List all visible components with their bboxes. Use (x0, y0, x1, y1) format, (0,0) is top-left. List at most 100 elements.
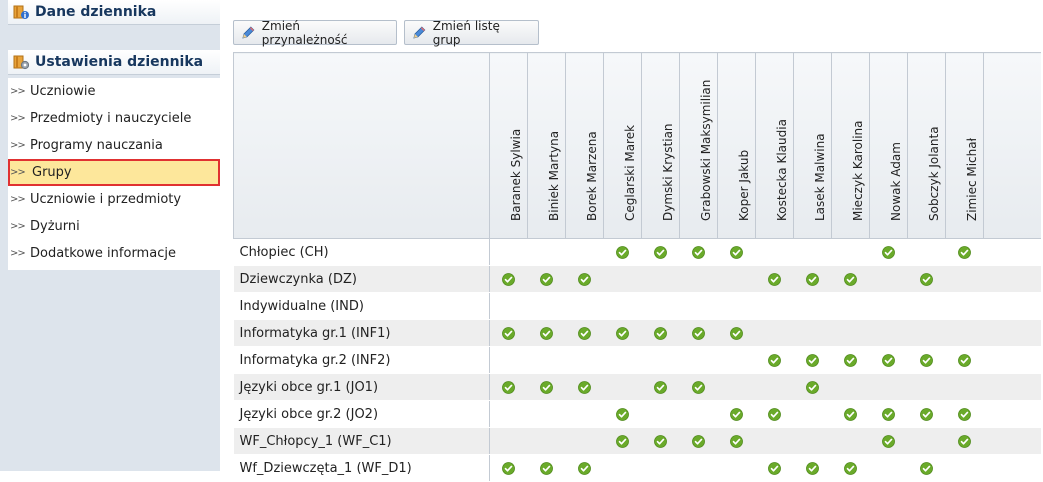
membership-cell[interactable] (755, 346, 794, 374)
membership-cell[interactable] (679, 319, 718, 347)
membership-cell[interactable] (679, 373, 718, 401)
student-column-header[interactable]: Borek Marzena (565, 52, 604, 239)
student-column-header[interactable]: Zimiec Michał (945, 52, 984, 239)
group-row[interactable]: WF_Chłopcy_1 (WF_C1) (233, 427, 1041, 455)
group-row[interactable]: Języki obce gr.2 (JO2) (233, 400, 1041, 428)
student-column-header[interactable]: Biniek Martyna (527, 52, 566, 239)
membership-cell[interactable] (717, 454, 756, 482)
membership-cell[interactable] (641, 454, 680, 482)
membership-cell[interactable] (831, 292, 870, 320)
membership-cell[interactable] (907, 346, 946, 374)
membership-cell[interactable] (793, 400, 832, 428)
membership-cell[interactable] (679, 427, 718, 455)
membership-cell[interactable] (565, 292, 604, 320)
membership-cell[interactable] (945, 238, 984, 266)
membership-cell[interactable] (793, 292, 832, 320)
membership-cell[interactable] (717, 238, 756, 266)
membership-cell[interactable] (489, 346, 528, 374)
membership-cell[interactable] (793, 238, 832, 266)
membership-cell[interactable] (831, 319, 870, 347)
dane-dziennika-header[interactable]: Dane dziennika (8, 0, 220, 25)
membership-cell[interactable] (641, 265, 680, 293)
student-column-header[interactable]: Koper Jakub (717, 52, 756, 239)
membership-cell[interactable] (565, 373, 604, 401)
membership-cell[interactable] (641, 319, 680, 347)
membership-cell[interactable] (603, 400, 642, 428)
membership-cell[interactable] (603, 373, 642, 401)
membership-cell[interactable] (603, 292, 642, 320)
membership-cell[interactable] (641, 373, 680, 401)
membership-cell[interactable] (755, 454, 794, 482)
membership-cell[interactable] (603, 454, 642, 482)
membership-cell[interactable] (907, 319, 946, 347)
membership-cell[interactable] (755, 292, 794, 320)
membership-cell[interactable] (869, 238, 908, 266)
membership-cell[interactable] (945, 346, 984, 374)
membership-cell[interactable] (717, 265, 756, 293)
membership-cell[interactable] (527, 238, 566, 266)
membership-cell[interactable] (679, 454, 718, 482)
membership-cell[interactable] (641, 346, 680, 374)
membership-cell[interactable] (869, 346, 908, 374)
membership-cell[interactable] (907, 400, 946, 428)
membership-cell[interactable] (565, 238, 604, 266)
membership-cell[interactable] (527, 346, 566, 374)
membership-cell[interactable] (565, 454, 604, 482)
membership-cell[interactable] (679, 346, 718, 374)
membership-cell[interactable] (755, 319, 794, 347)
membership-cell[interactable] (831, 427, 870, 455)
membership-cell[interactable] (869, 292, 908, 320)
membership-cell[interactable] (869, 400, 908, 428)
student-column-header[interactable]: Sobczyk Jolanta (907, 52, 946, 239)
membership-cell[interactable] (489, 319, 528, 347)
membership-cell[interactable] (869, 454, 908, 482)
membership-cell[interactable] (945, 427, 984, 455)
membership-cell[interactable] (831, 373, 870, 401)
membership-cell[interactable] (945, 454, 984, 482)
membership-cell[interactable] (489, 400, 528, 428)
group-row[interactable]: Informatyka gr.2 (INF2) (233, 346, 1041, 374)
student-column-header[interactable]: Grabowski Maksymilian (679, 52, 718, 239)
sidebar-item-uczniowie-i-przedmioty[interactable]: >> Uczniowie i przedmioty (8, 186, 220, 213)
membership-cell[interactable] (489, 292, 528, 320)
membership-cell[interactable] (527, 265, 566, 293)
membership-cell[interactable] (603, 238, 642, 266)
membership-cell[interactable] (945, 292, 984, 320)
membership-cell[interactable] (527, 454, 566, 482)
group-row[interactable]: Chłopiec (CH) (233, 238, 1041, 266)
membership-cell[interactable] (755, 427, 794, 455)
sidebar-item-przedmioty-i-nauczyciele[interactable]: >> Przedmioty i nauczyciele (8, 105, 220, 132)
membership-cell[interactable] (679, 292, 718, 320)
membership-cell[interactable] (945, 400, 984, 428)
sidebar-item-uczniowie[interactable]: >> Uczniowie (8, 78, 220, 105)
group-row[interactable]: Wf_Dziewczęta_1 (WF_D1) (233, 454, 1041, 482)
sidebar-item-programy-nauczania[interactable]: >> Programy nauczania (8, 132, 220, 159)
sidebar-item-grupy[interactable]: >> Grupy (8, 159, 220, 186)
student-column-header[interactable]: Mieczyk Karolina (831, 52, 870, 239)
group-row[interactable]: Języki obce gr.1 (JO1) (233, 373, 1041, 401)
membership-cell[interactable] (527, 373, 566, 401)
membership-cell[interactable] (831, 265, 870, 293)
membership-cell[interactable] (489, 373, 528, 401)
membership-cell[interactable] (945, 319, 984, 347)
membership-cell[interactable] (717, 427, 756, 455)
membership-cell[interactable] (793, 427, 832, 455)
student-column-header[interactable]: Baranek Sylwia (489, 52, 528, 239)
sidebar-item-dodatkowe-informacje[interactable]: >> Dodatkowe informacje (8, 240, 220, 267)
membership-cell[interactable] (755, 400, 794, 428)
membership-cell[interactable] (755, 373, 794, 401)
membership-cell[interactable] (641, 400, 680, 428)
membership-cell[interactable] (755, 265, 794, 293)
membership-cell[interactable] (869, 265, 908, 293)
membership-cell[interactable] (717, 373, 756, 401)
membership-cell[interactable] (907, 292, 946, 320)
change-membership-button[interactable]: Zmień przynależność (233, 19, 397, 47)
membership-cell[interactable] (869, 427, 908, 455)
membership-cell[interactable] (945, 373, 984, 401)
membership-cell[interactable] (793, 319, 832, 347)
membership-cell[interactable] (717, 400, 756, 428)
membership-cell[interactable] (831, 238, 870, 266)
membership-cell[interactable] (565, 346, 604, 374)
membership-cell[interactable] (831, 400, 870, 428)
group-row[interactable]: Indywidualne (IND) (233, 292, 1041, 320)
